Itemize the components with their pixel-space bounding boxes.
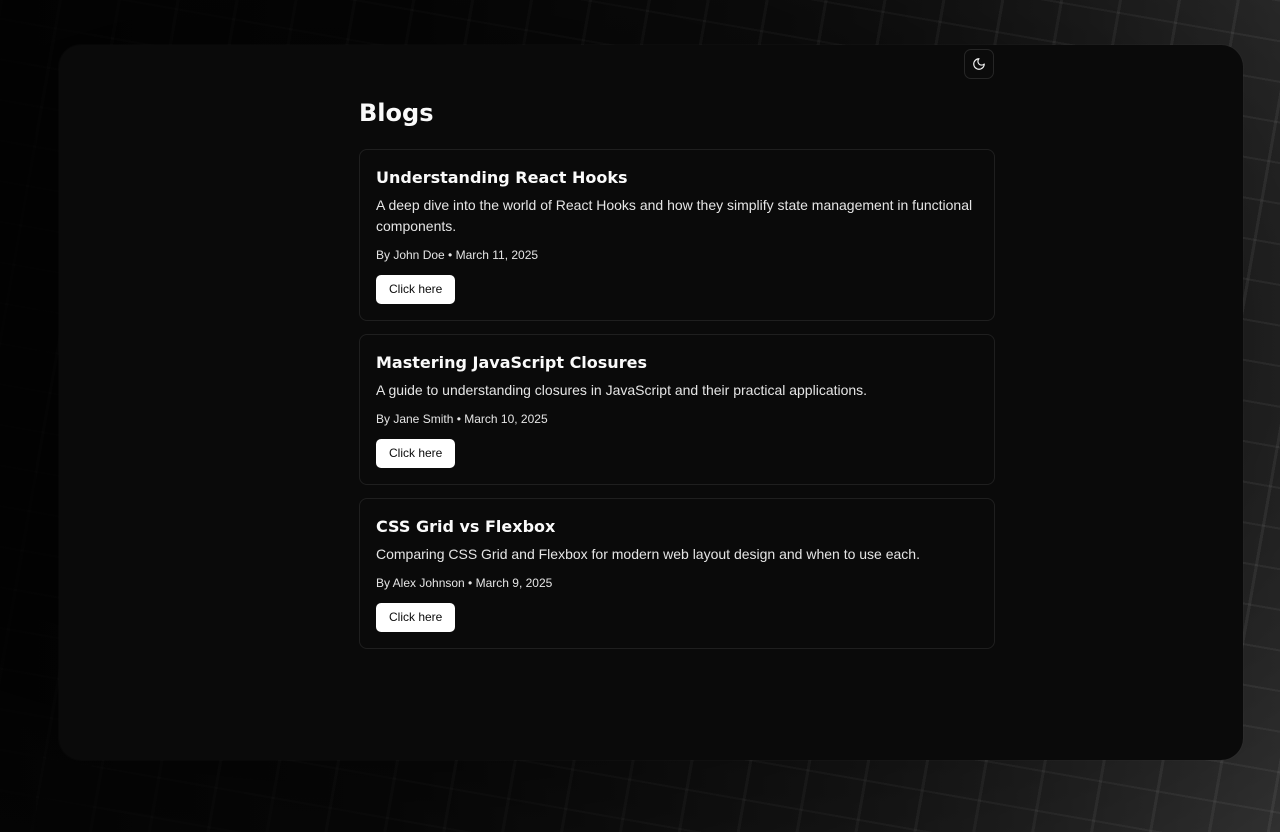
blog-card-title: CSS Grid vs Flexbox xyxy=(376,517,556,536)
moon-icon xyxy=(972,57,986,71)
blog-card-meta: By Alex Johnson • March 9, 2025 xyxy=(376,576,553,590)
read-more-button[interactable]: Click here xyxy=(376,439,456,468)
blog-section: Blogs Understanding React Hooks A deep d… xyxy=(359,97,995,649)
blog-card: Understanding React Hooks A deep dive in… xyxy=(359,149,995,321)
page-title: Blogs xyxy=(359,99,434,127)
blog-card: Mastering JavaScript Closures A guide to… xyxy=(359,334,995,485)
blog-card-title: Understanding React Hooks xyxy=(376,168,628,187)
read-more-button[interactable]: Click here xyxy=(376,275,456,304)
blog-card-description: A deep dive into the world of React Hook… xyxy=(376,197,973,234)
blog-card-title: Mastering JavaScript Closures xyxy=(376,353,647,372)
read-more-button[interactable]: Click here xyxy=(376,603,456,632)
blog-card-description: Comparing CSS Grid and Flexbox for moder… xyxy=(376,546,920,562)
blog-card-meta: By John Doe • March 11, 2025 xyxy=(376,248,539,262)
main-panel: Blogs Understanding React Hooks A deep d… xyxy=(59,45,1243,760)
blog-card-description: A guide to understanding closures in Jav… xyxy=(376,382,868,398)
blog-card-meta: By Jane Smith • March 10, 2025 xyxy=(376,412,548,426)
theme-toggle-button[interactable] xyxy=(964,49,994,79)
post-list: Understanding React Hooks A deep dive in… xyxy=(359,149,995,649)
blog-card: CSS Grid vs Flexbox Comparing CSS Grid a… xyxy=(359,498,995,649)
